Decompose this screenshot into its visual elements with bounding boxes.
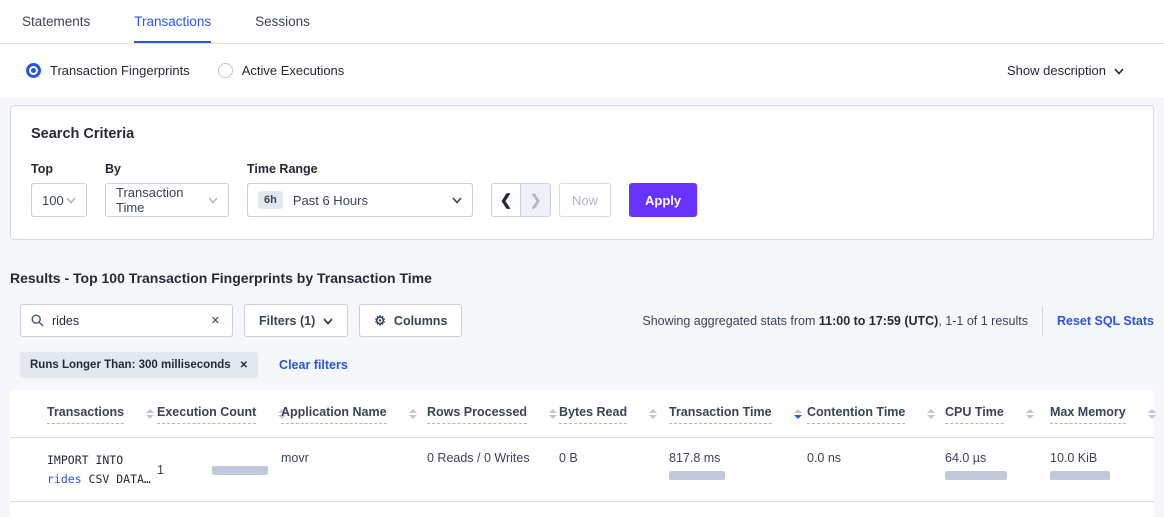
search-input[interactable] bbox=[52, 314, 209, 328]
cell-cpu-time: 64.0 µs bbox=[945, 451, 1050, 489]
cell-application-name: movr bbox=[281, 451, 427, 489]
cell-max-memory: 10.0 KiB bbox=[1050, 451, 1162, 489]
radio-label: Active Executions bbox=[242, 63, 345, 78]
sort-icon[interactable] bbox=[549, 409, 557, 419]
time-range-select[interactable]: 6h Past 6 Hours bbox=[247, 183, 473, 217]
chevron-down-icon bbox=[66, 195, 76, 205]
results-heading: Results - Top 100 Transaction Fingerprin… bbox=[10, 270, 1154, 286]
by-value: Transaction Time bbox=[116, 185, 208, 215]
chevron-left-icon: ❮ bbox=[500, 191, 513, 209]
show-description-toggle[interactable]: Show description bbox=[1007, 63, 1138, 78]
column-header-transactions[interactable]: Transactions bbox=[47, 405, 157, 424]
columns-button-label: Columns bbox=[394, 314, 447, 328]
cell-rows-processed: 0 Reads / 0 Writes bbox=[427, 451, 559, 489]
column-header-max-memory[interactable]: Max Memory bbox=[1050, 405, 1162, 424]
time-range-value: Past 6 Hours bbox=[293, 193, 368, 208]
value-bar bbox=[945, 471, 1007, 480]
cell-transaction-statement: IMPORT INTO rides CSV DATA… bbox=[47, 451, 157, 489]
time-window-pager: ❮ ❯ bbox=[491, 183, 551, 217]
chevron-right-icon: ❯ bbox=[529, 191, 542, 209]
radio-label: Transaction Fingerprints bbox=[50, 63, 190, 78]
results-search-box: ✕ bbox=[20, 304, 233, 337]
tab-transactions[interactable]: Transactions bbox=[134, 0, 211, 43]
sort-icon[interactable] bbox=[1148, 409, 1156, 419]
filters-button-label: Filters (1) bbox=[259, 314, 315, 328]
cell-execution-count: 1 bbox=[157, 451, 281, 489]
remove-filter-icon[interactable]: ✕ bbox=[240, 360, 248, 371]
time-range-label: Time Range bbox=[247, 162, 473, 176]
aggregated-stats-text: Showing aggregated stats from 11:00 to 1… bbox=[642, 314, 1028, 328]
filter-chip-runs-longer-than[interactable]: Runs Longer Than: 300 milliseconds ✕ bbox=[20, 352, 258, 378]
column-header-contention-time[interactable]: Contention Time bbox=[807, 405, 945, 424]
filter-chip-label: Runs Longer Than: 300 milliseconds bbox=[30, 359, 231, 371]
sort-icon-active-desc[interactable] bbox=[794, 409, 802, 419]
chevron-down-icon bbox=[208, 195, 218, 205]
search-icon bbox=[31, 314, 44, 327]
by-select[interactable]: Transaction Time bbox=[105, 183, 229, 217]
chevron-down-icon bbox=[452, 195, 462, 205]
cell-bytes-read: 0 B bbox=[559, 451, 669, 489]
time-range-badge: 6h bbox=[258, 191, 283, 209]
apply-button[interactable]: Apply bbox=[629, 183, 697, 217]
radio-selected-icon bbox=[26, 63, 41, 78]
cell-contention-time: 0.0 ns bbox=[807, 451, 945, 489]
reset-sql-stats-link[interactable]: Reset SQL Stats bbox=[1057, 314, 1154, 328]
top-label: Top bbox=[31, 162, 87, 176]
table-row[interactable]: IMPORT INTO rides CSV DATA… 1 movr 0 Rea… bbox=[10, 438, 1154, 502]
show-description-label: Show description bbox=[1007, 63, 1106, 78]
column-header-transaction-time[interactable]: Transaction Time bbox=[669, 405, 807, 424]
table-header-row: Transactions Execution Count Application… bbox=[10, 390, 1154, 438]
search-criteria-card: Search Criteria Top 100 By Transaction T… bbox=[10, 105, 1154, 240]
tab-statements[interactable]: Statements bbox=[22, 0, 90, 43]
column-header-rows-processed[interactable]: Rows Processed bbox=[427, 405, 559, 424]
next-time-window-button[interactable]: ❯ bbox=[521, 183, 551, 217]
column-header-bytes-read[interactable]: Bytes Read bbox=[559, 405, 669, 424]
sort-icon[interactable] bbox=[146, 409, 154, 419]
by-label: By bbox=[105, 162, 229, 176]
value-bar bbox=[1050, 471, 1110, 480]
chevron-down-icon bbox=[1114, 66, 1124, 76]
gear-icon: ⚙ bbox=[374, 314, 386, 327]
view-toggle-row: Transaction Fingerprints Active Executio… bbox=[0, 44, 1164, 97]
page-tabs: Statements Transactions Sessions bbox=[0, 0, 1164, 44]
top-select[interactable]: 100 bbox=[31, 183, 87, 217]
results-controls: ✕ Filters (1) ⚙ Columns Showing aggregat… bbox=[0, 304, 1164, 337]
value-bar bbox=[669, 471, 725, 480]
sort-icon[interactable] bbox=[409, 409, 417, 419]
radio-active-executions[interactable]: Active Executions bbox=[218, 63, 345, 78]
now-button[interactable]: Now bbox=[559, 183, 611, 217]
tab-sessions[interactable]: Sessions bbox=[255, 0, 310, 43]
radio-unselected-icon bbox=[218, 63, 233, 78]
chevron-down-icon bbox=[323, 316, 333, 326]
active-filters-row: Runs Longer Than: 300 milliseconds ✕ Cle… bbox=[20, 352, 1164, 378]
clear-search-icon[interactable]: ✕ bbox=[209, 312, 222, 329]
column-header-cpu-time[interactable]: CPU Time bbox=[945, 405, 1050, 424]
radio-transaction-fingerprints[interactable]: Transaction Fingerprints bbox=[26, 63, 190, 78]
clear-filters-link[interactable]: Clear filters bbox=[279, 358, 348, 372]
transaction-fingerprint-link[interactable]: rides bbox=[47, 472, 82, 486]
columns-button[interactable]: ⚙ Columns bbox=[359, 304, 462, 337]
value-bar bbox=[212, 466, 268, 475]
column-header-application-name[interactable]: Application Name bbox=[281, 405, 427, 424]
divider bbox=[1042, 306, 1043, 336]
top-value: 100 bbox=[42, 193, 64, 208]
search-criteria-title: Search Criteria bbox=[31, 126, 1133, 142]
cell-transaction-time: 817.8 ms bbox=[669, 451, 807, 489]
previous-time-window-button[interactable]: ❮ bbox=[491, 183, 521, 217]
sort-icon[interactable] bbox=[927, 409, 935, 419]
sort-icon[interactable] bbox=[649, 409, 657, 419]
transactions-table: Transactions Execution Count Application… bbox=[10, 390, 1154, 517]
sort-icon[interactable] bbox=[1026, 409, 1034, 419]
column-header-execution-count[interactable]: Execution Count bbox=[157, 405, 281, 424]
filters-button[interactable]: Filters (1) bbox=[244, 304, 348, 337]
